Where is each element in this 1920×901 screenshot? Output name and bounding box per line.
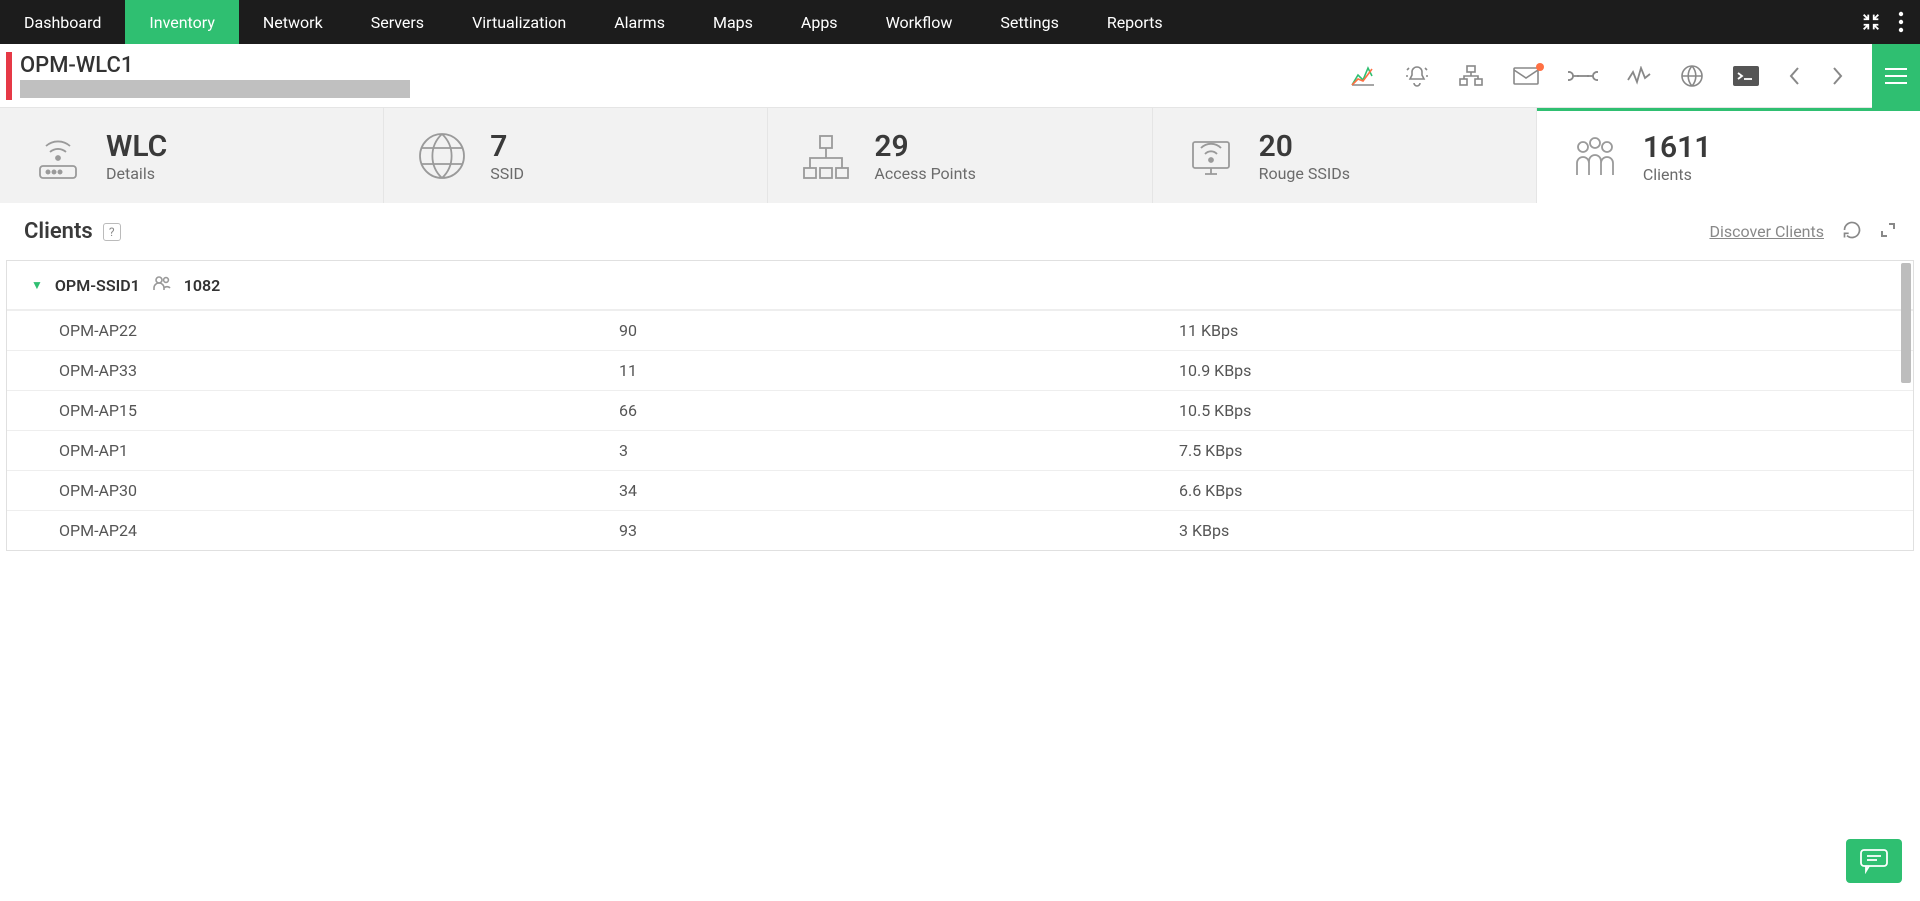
rogue-ssid-icon <box>1183 128 1239 184</box>
client-count: 34 <box>619 481 1179 500</box>
table-row[interactable]: OPM-AP24933 KBps <box>7 510 1913 550</box>
activity-icon[interactable] <box>1626 66 1652 86</box>
ap-name: OPM-AP33 <box>59 361 619 380</box>
tab-clients[interactable]: 1611 Clients <box>1537 108 1920 203</box>
chevron-right-icon[interactable] <box>1830 65 1844 87</box>
scrollbar-thumb[interactable] <box>1901 263 1911 383</box>
chat-button[interactable] <box>1846 839 1902 883</box>
client-count: 93 <box>619 521 1179 540</box>
section-title: Clients <box>24 219 93 244</box>
nav-settings[interactable]: Settings <box>976 0 1082 44</box>
tab-ssid-value: 7 <box>490 129 524 164</box>
data-rate: 6.6 KBps <box>1179 481 1861 500</box>
ssid-group-row[interactable]: ▼ OPM-SSID1 1082 <box>7 261 1913 310</box>
device-subtitle-placeholder <box>20 80 410 98</box>
table-row[interactable]: OPM-AP229011 KBps <box>7 310 1913 350</box>
nav-workflow[interactable]: Workflow <box>862 0 977 44</box>
caret-down-icon: ▼ <box>31 278 43 292</box>
tab-wlc-label: Details <box>106 164 167 183</box>
nav-reports[interactable]: Reports <box>1083 0 1187 44</box>
nav-maps[interactable]: Maps <box>689 0 777 44</box>
chevron-left-icon[interactable] <box>1788 65 1802 87</box>
tab-ap-value: 29 <box>874 129 976 164</box>
ap-name: OPM-AP15 <box>59 401 619 420</box>
summary-tabs: WLC Details 7 SSID 29 Access Points 20 R… <box>0 108 1920 203</box>
client-count: 90 <box>619 321 1179 340</box>
data-rate: 7.5 KBps <box>1179 441 1861 460</box>
client-count: 11 <box>619 361 1179 380</box>
tab-clients-label: Clients <box>1643 165 1712 184</box>
data-rate: 11 KBps <box>1179 321 1861 340</box>
globe-icon[interactable] <box>1680 64 1704 88</box>
data-rate: 10.5 KBps <box>1179 401 1861 420</box>
refresh-icon[interactable] <box>1842 220 1862 244</box>
notification-dot <box>1536 63 1544 71</box>
device-header: OPM-WLC1 <box>0 44 1920 108</box>
top-nav: Dashboard Inventory Network Servers Virt… <box>0 0 1920 44</box>
table-row[interactable]: OPM-AP137.5 KBps <box>7 430 1913 470</box>
ssid-icon <box>414 128 470 184</box>
ap-name: OPM-AP1 <box>59 441 619 460</box>
collapse-icon[interactable] <box>1860 11 1882 33</box>
table-row[interactable]: OPM-AP30346.6 KBps <box>7 470 1913 510</box>
ap-name: OPM-AP22 <box>59 321 619 340</box>
group-count: 1082 <box>184 276 221 295</box>
help-icon[interactable]: ? <box>103 223 121 241</box>
chart-icon[interactable] <box>1350 65 1376 87</box>
ap-name: OPM-AP24 <box>59 521 619 540</box>
nav-inventory[interactable]: Inventory <box>125 0 239 44</box>
nav-alarms[interactable]: Alarms <box>590 0 689 44</box>
nav-apps[interactable]: Apps <box>777 0 862 44</box>
kebab-menu-icon[interactable] <box>1898 11 1904 33</box>
data-rate: 3 KBps <box>1179 521 1861 540</box>
table-row[interactable]: OPM-AP156610.5 KBps <box>7 390 1913 430</box>
client-count: 3 <box>619 441 1179 460</box>
data-rate: 10.9 KBps <box>1179 361 1861 380</box>
header-toolbar <box>1350 44 1920 108</box>
tab-access-points[interactable]: 29 Access Points <box>768 108 1152 203</box>
people-icon <box>152 275 172 295</box>
link-icon[interactable] <box>1568 67 1598 85</box>
tab-clients-value: 1611 <box>1643 130 1712 165</box>
tab-rogue-label: Rouge SSIDs <box>1259 164 1350 183</box>
envelope-icon[interactable] <box>1512 65 1540 87</box>
tab-ssid-label: SSID <box>490 164 524 183</box>
topology-icon[interactable] <box>1458 64 1484 88</box>
tab-rogue-ssids[interactable]: 20 Rouge SSIDs <box>1153 108 1537 203</box>
access-points-icon <box>798 128 854 184</box>
scrollbar[interactable] <box>1901 263 1911 543</box>
bell-icon[interactable] <box>1404 64 1430 88</box>
nav-network[interactable]: Network <box>239 0 347 44</box>
tab-ssid[interactable]: 7 SSID <box>384 108 768 203</box>
hamburger-menu-button[interactable] <box>1872 44 1920 108</box>
terminal-icon[interactable] <box>1732 65 1760 87</box>
tab-ap-label: Access Points <box>874 164 976 183</box>
group-name: OPM-SSID1 <box>55 276 140 295</box>
tab-wlc[interactable]: WLC Details <box>0 108 384 203</box>
expand-icon[interactable] <box>1880 222 1896 242</box>
tab-wlc-value: WLC <box>106 129 167 164</box>
discover-clients-link[interactable]: Discover Clients <box>1709 222 1824 241</box>
ap-name: OPM-AP30 <box>59 481 619 500</box>
section-header: Clients ? Discover Clients <box>0 203 1920 260</box>
tab-rogue-value: 20 <box>1259 129 1350 164</box>
nav-servers[interactable]: Servers <box>347 0 448 44</box>
clients-table: ▼ OPM-SSID1 1082 OPM-AP229011 KBpsOPM-AP… <box>6 260 1914 551</box>
wlc-icon <box>30 128 86 184</box>
table-row[interactable]: OPM-AP331110.9 KBps <box>7 350 1913 390</box>
client-count: 66 <box>619 401 1179 420</box>
status-marker <box>6 52 12 100</box>
nav-virtualization[interactable]: Virtualization <box>448 0 590 44</box>
clients-icon <box>1567 129 1623 185</box>
nav-dashboard[interactable]: Dashboard <box>0 0 125 44</box>
device-title: OPM-WLC1 <box>20 53 410 78</box>
